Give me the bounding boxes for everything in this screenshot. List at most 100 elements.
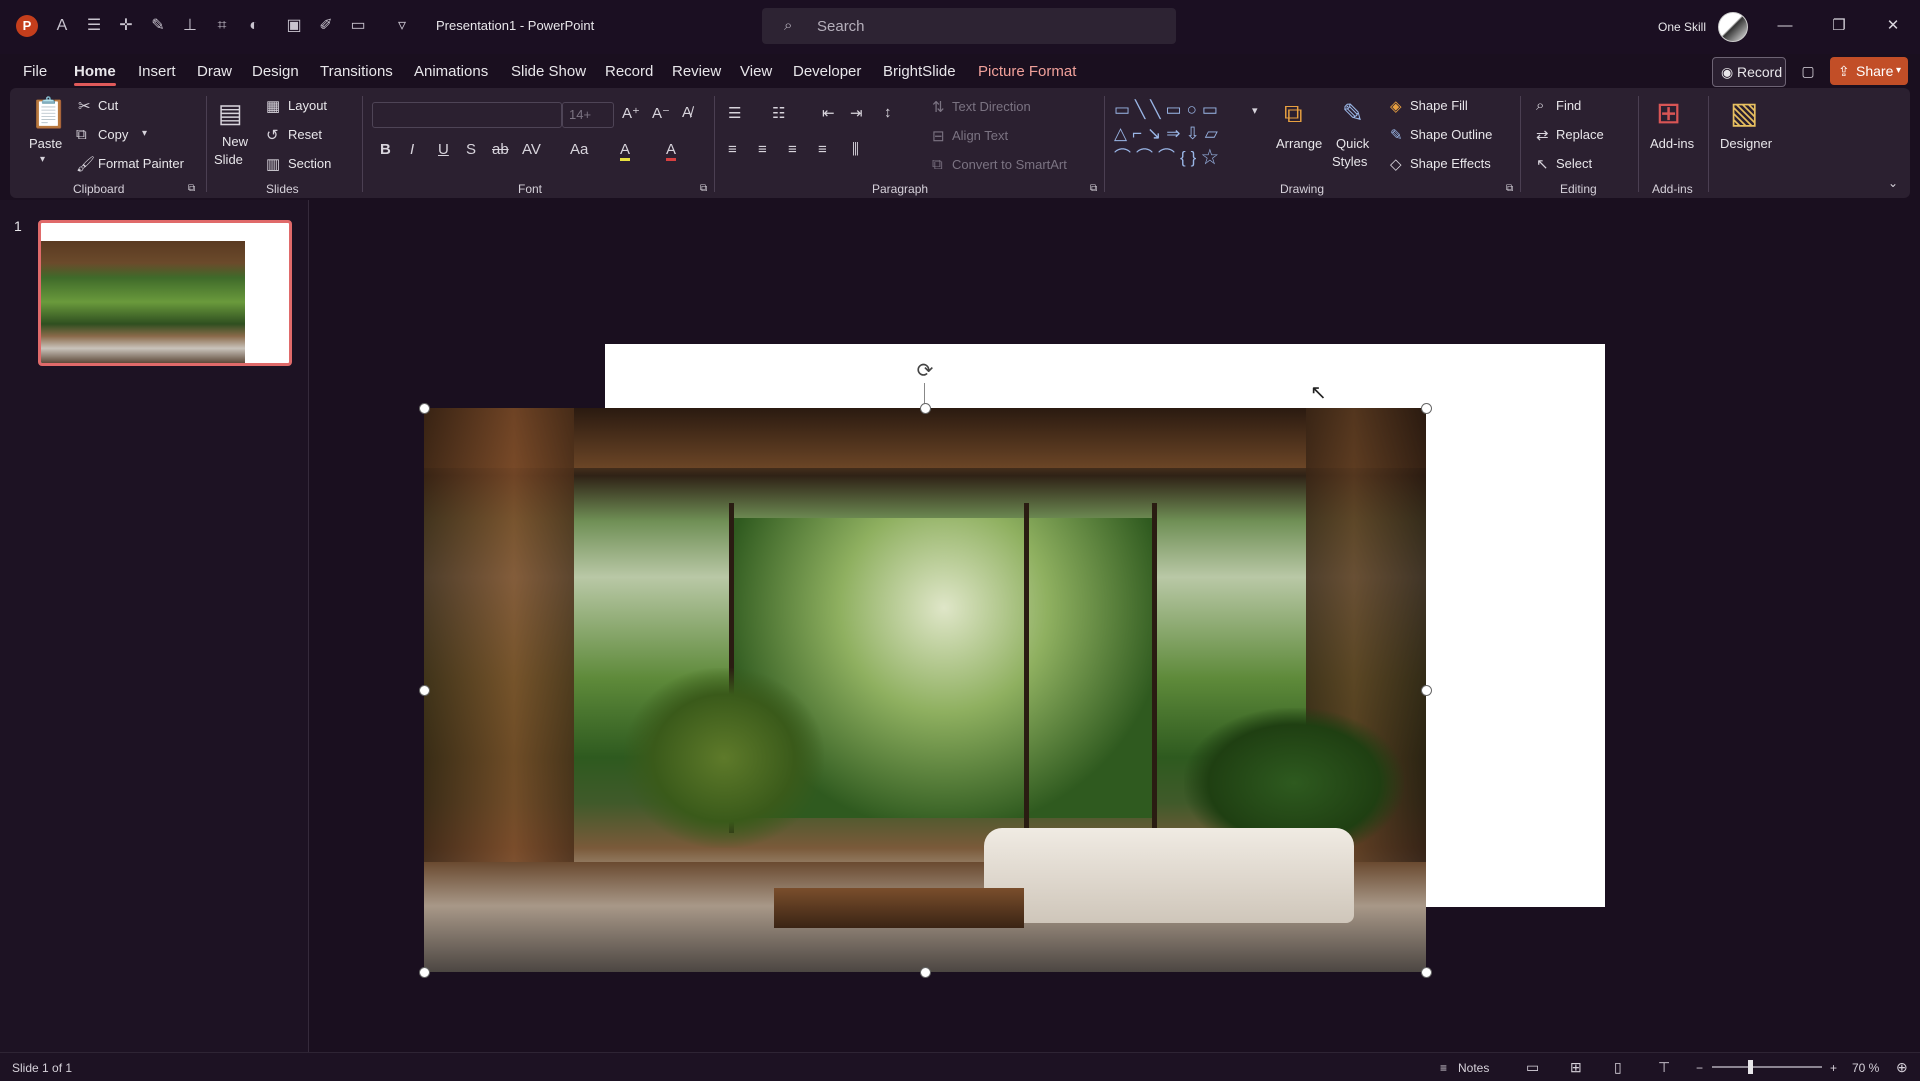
tab-record[interactable]: Record — [605, 63, 653, 80]
shapes-icon[interactable]: ◐ — [244, 16, 264, 36]
quick-styles-label[interactable]: Styles — [1332, 154, 1367, 169]
resize-handle-bottom-left[interactable] — [419, 967, 430, 978]
shape-outline-button[interactable]: Shape Outline — [1410, 127, 1492, 142]
decrease-font-icon[interactable]: A⁻ — [652, 104, 670, 122]
tab-draw[interactable]: Draw — [197, 63, 232, 80]
paste-icon[interactable]: 📋 — [30, 96, 67, 131]
font-size-select[interactable]: 14+ — [562, 102, 614, 128]
dialog-launcher-icon[interactable]: ⧉ — [1506, 183, 1513, 194]
tab-file[interactable]: File — [23, 63, 47, 80]
new-slide-button[interactable]: New — [222, 134, 248, 149]
arrange-button[interactable]: Arrange — [1276, 136, 1322, 151]
user-name[interactable]: One Skill — [1658, 20, 1706, 34]
resize-handle-top-left[interactable] — [419, 403, 430, 414]
notes-button[interactable]: Notes — [1458, 1061, 1489, 1075]
tab-design[interactable]: Design — [252, 63, 299, 80]
share-button[interactable]: ⇪ Share ▾ — [1830, 57, 1908, 85]
zoom-in-icon[interactable]: + — [1830, 1061, 1837, 1075]
highlight-button[interactable]: A — [620, 141, 631, 161]
font-name-select[interactable] — [372, 102, 562, 128]
gallery-more-icon[interactable]: ▾ — [1252, 104, 1258, 117]
brush-icon[interactable]: ✎ — [148, 16, 168, 36]
zoom-slider[interactable] — [1712, 1066, 1822, 1068]
restore-icon[interactable]: ❐ — [1824, 13, 1854, 39]
increase-indent-icon[interactable]: ⇥ — [850, 104, 863, 122]
paste-button[interactable]: Paste — [29, 136, 62, 151]
comments-icon[interactable]: ▢ — [1796, 57, 1820, 85]
increase-font-icon[interactable]: A⁺ — [622, 104, 640, 122]
addins-icon[interactable]: ⊞ — [1656, 96, 1681, 131]
line-spacing-icon[interactable]: ↕ — [884, 104, 892, 121]
italic-button[interactable]: I — [410, 141, 414, 158]
new-slide-label[interactable]: Slide — [214, 152, 243, 167]
text-direction-button[interactable]: Text Direction — [952, 99, 1031, 114]
tab-insert[interactable]: Insert — [138, 63, 176, 80]
present-icon[interactable]: ▭ — [348, 16, 368, 36]
shadow-button[interactable]: S — [466, 141, 476, 158]
quick-styles-button[interactable]: Quick — [1336, 136, 1369, 151]
dialog-launcher-icon[interactable]: ⧉ — [700, 183, 707, 194]
list-icon[interactable]: ☰ — [84, 16, 104, 36]
layout-button[interactable]: Layout — [288, 98, 327, 113]
align-right-icon[interactable]: ≡ — [788, 141, 797, 158]
normal-view-icon[interactable]: ▭ — [1526, 1059, 1539, 1076]
resize-handle-bottom[interactable] — [920, 967, 931, 978]
shape-fill-button[interactable]: Shape Fill — [1410, 98, 1468, 113]
bold-button[interactable]: B — [380, 141, 391, 158]
tab-slide-show[interactable]: Slide Show — [511, 63, 586, 80]
section-button[interactable]: Section — [288, 156, 331, 171]
paste-dropdown-icon[interactable]: ▾ — [40, 154, 45, 165]
align-left-icon[interactable]: ≡ — [728, 141, 737, 158]
character-spacing-button[interactable]: AV — [522, 141, 541, 158]
resize-handle-right[interactable] — [1421, 685, 1432, 696]
divider[interactable] — [308, 200, 309, 1052]
collapse-ribbon-icon[interactable]: ⌄ — [1888, 176, 1898, 190]
change-case-button[interactable]: Aa — [570, 141, 588, 158]
dialog-launcher-icon[interactable]: ⧉ — [188, 183, 195, 194]
fit-to-window-icon[interactable]: ⊕ — [1896, 1059, 1908, 1076]
image-icon[interactable]: ▣ — [284, 16, 304, 36]
tab-transitions[interactable]: Transitions — [320, 63, 393, 80]
cut-button[interactable]: Cut — [98, 98, 118, 113]
shapes-gallery[interactable]: ▭╲╲▭○▭ △⌐↘⇒⇩▱ ⌒⌒⌒{}☆ — [1114, 98, 1264, 170]
tab-review[interactable]: Review — [672, 63, 721, 80]
arrange-icon[interactable]: ⧉ — [1284, 98, 1303, 130]
tab-view[interactable]: View — [740, 63, 772, 80]
tab-picture-format[interactable]: Picture Format — [978, 63, 1076, 80]
search-input[interactable]: ⌕ Search — [762, 8, 1176, 44]
crop-icon[interactable]: ⌗ — [212, 16, 232, 36]
tab-animations[interactable]: Animations — [414, 63, 488, 80]
selected-picture[interactable] — [424, 408, 1426, 972]
align-center-icon[interactable]: ≡ — [758, 141, 767, 158]
shape-effects-button[interactable]: Shape Effects — [1410, 156, 1491, 171]
align-text-button[interactable]: Align Text — [952, 128, 1008, 143]
select-button[interactable]: Select — [1556, 156, 1592, 171]
tab-home[interactable]: Home — [74, 63, 116, 86]
reading-view-icon[interactable]: ▯ — [1614, 1059, 1622, 1076]
bullets-icon[interactable]: ☰ — [728, 104, 741, 122]
record-button[interactable]: ◉ Record — [1712, 57, 1786, 87]
font-color-button[interactable]: A — [666, 141, 677, 161]
slide-thumbnail[interactable] — [38, 220, 292, 366]
slideshow-icon[interactable]: ⊤ — [1658, 1059, 1670, 1076]
zoom-slider-thumb[interactable] — [1748, 1060, 1753, 1074]
justify-icon[interactable]: ≡ — [818, 141, 827, 158]
decrease-indent-icon[interactable]: ⇤ — [822, 104, 835, 122]
designer-button[interactable]: Designer — [1720, 136, 1772, 151]
zoom-level[interactable]: 70 % — [1852, 1061, 1879, 1075]
reset-button[interactable]: Reset — [288, 127, 322, 142]
customize-toolbar-icon[interactable]: ▿ — [392, 16, 412, 36]
tab-brightslide[interactable]: BrightSlide — [883, 63, 956, 80]
designer-icon[interactable]: ▧ — [1730, 96, 1758, 131]
resize-handle-top[interactable] — [920, 403, 931, 414]
underline-button[interactable]: U — [438, 141, 449, 158]
close-icon[interactable]: ✕ — [1878, 13, 1908, 39]
zoom-out-icon[interactable]: − — [1696, 1061, 1703, 1075]
pen-icon[interactable]: ✐ — [316, 16, 336, 36]
resize-handle-bottom-right[interactable] — [1421, 967, 1432, 978]
rotate-handle-icon[interactable]: ⟳ — [914, 360, 936, 382]
tab-developer[interactable]: Developer — [793, 63, 861, 80]
convert-smartart-button[interactable]: Convert to SmartArt — [952, 157, 1067, 172]
quick-styles-icon[interactable]: ✎ — [1342, 98, 1364, 129]
format-painter-button[interactable]: Format Painter — [98, 156, 184, 171]
